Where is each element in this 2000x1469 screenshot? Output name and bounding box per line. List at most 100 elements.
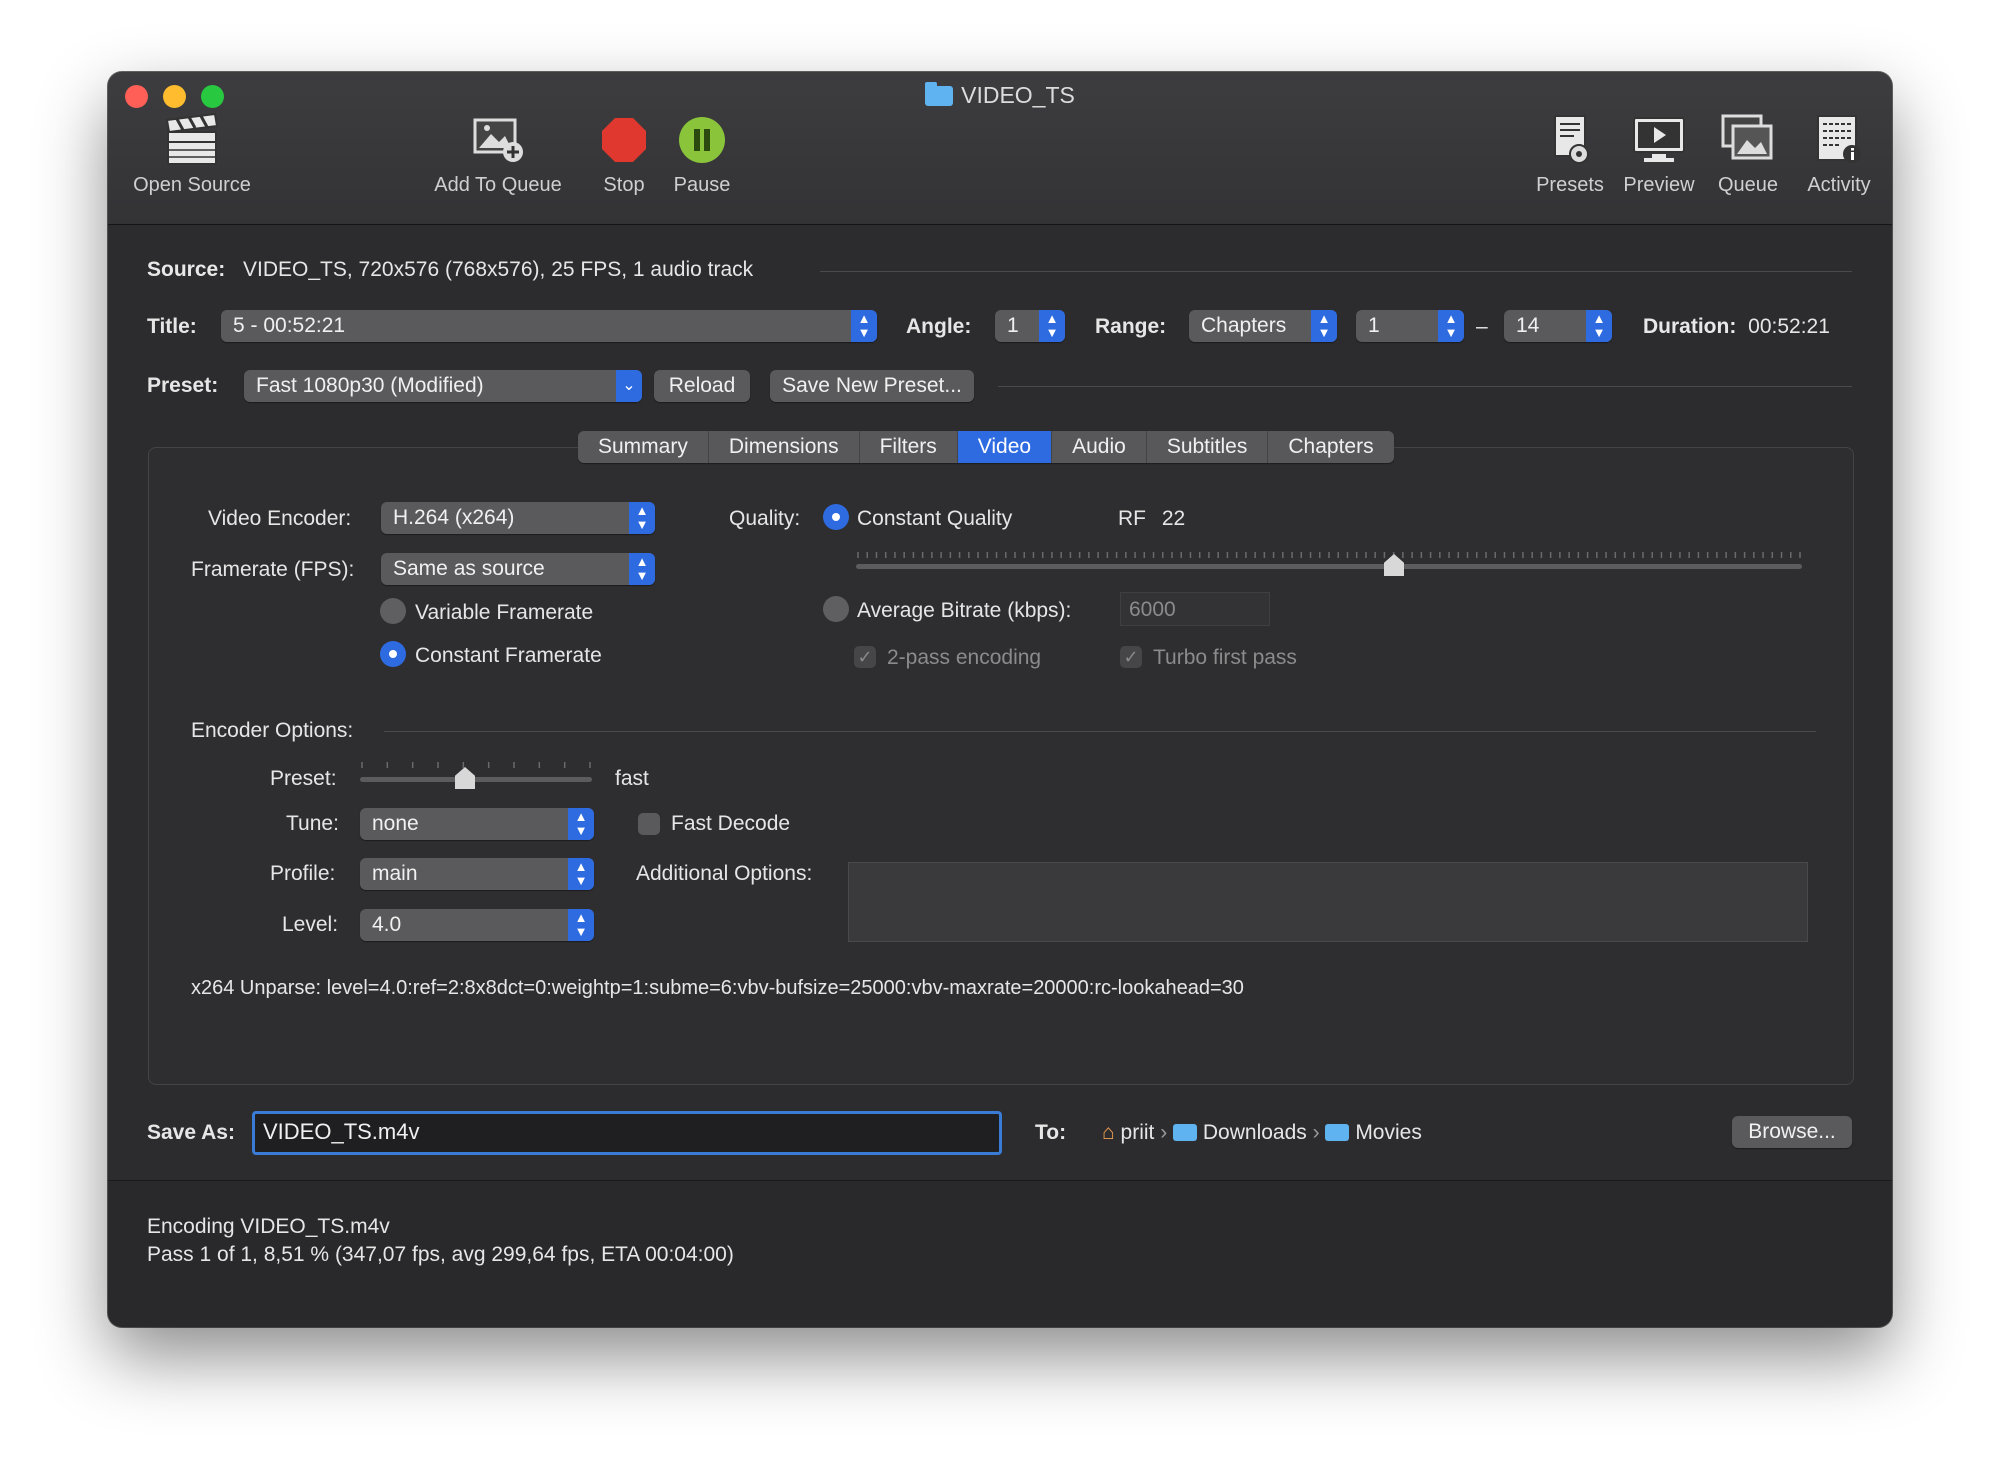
chevron-updown-icon: ▲ ▼ [568,909,594,941]
movies-folder-icon [1325,1124,1350,1141]
constant-quality-radio[interactable] [823,504,849,530]
add-to-queue-button[interactable]: Add To Queue [423,112,573,197]
tab-audio[interactable]: Audio [1052,431,1147,463]
stop-button[interactable]: Stop [584,112,664,197]
queue-icon [1721,114,1773,160]
window-title: VIDEO_TS [108,80,1892,110]
rf-readout: RF 22 [1118,507,1185,531]
turbo-first-pass-label: Turbo first pass [1153,646,1297,669]
level-label: Level: [282,913,339,936]
queue-button[interactable]: Queue [1708,112,1788,197]
chevron-updown-icon: ▲ ▼ [851,310,877,342]
open-source-button[interactable]: Open Source [122,112,262,197]
encoder-preset-label: Preset: [270,767,337,790]
pause-icon [679,117,725,163]
video-encoder-select[interactable]: H.264 (x264) ▲ ▼ [381,502,655,534]
path-home: priit [1120,1121,1155,1144]
title-label: Title: [147,315,197,338]
tab-filters[interactable]: Filters [860,431,958,463]
save-as-label: Save As: [147,1121,235,1144]
chevron-updown-icon: ▲ ▼ [568,808,594,840]
source-row: Source: VIDEO_TS, 720x576 (768x576), 25 … [147,258,753,282]
downloads-folder-icon [1173,1124,1198,1141]
angle-select[interactable]: 1 ▲ ▼ [995,310,1065,342]
add-image-icon [473,118,523,162]
duration-value: 00:52:21 [1748,315,1830,338]
preview-icon [1633,117,1685,162]
chevron-updown-icon: ▲ ▼ [629,553,655,585]
tune-select[interactable]: none ▲ ▼ [360,808,594,840]
encoder-options-label: Encoder Options: [191,719,354,742]
tab-summary[interactable]: Summary [578,431,709,463]
preset-divider [998,386,1852,387]
variable-framerate-radio[interactable] [380,598,406,624]
home-icon: ⌂ [1102,1121,1115,1144]
constant-framerate-label: Constant Framerate [415,644,602,667]
range-start-select[interactable]: 1 ▲ ▼ [1356,310,1464,342]
tab-video[interactable]: Video [957,431,1053,463]
quality-slider-track[interactable] [856,564,1802,569]
encoder-preset-ticks [361,762,591,768]
folder-icon [925,82,954,106]
tab-bar: Summary Dimensions Filters Video Audio S… [578,431,1394,463]
rf-label: RF [1118,507,1146,530]
encoder-preset-slider-track[interactable] [360,777,592,782]
browse-button[interactable]: Browse... [1732,1116,1852,1148]
tab-dimensions[interactable]: Dimensions [709,431,860,463]
status-line-1: Encoding VIDEO_TS.m4v [147,1215,390,1238]
reload-button[interactable]: Reload [654,370,750,402]
video-encoder-label: Video Encoder: [208,507,352,530]
status-line-2: Pass 1 of 1, 8,51 % (347,07 fps, avg 299… [147,1243,734,1266]
preview-button[interactable]: Preview [1614,112,1704,197]
preset-select[interactable]: Fast 1080p30 (Modified) ⌄ [244,370,642,402]
x264-unparse-text: x264 Unparse: level=4.0:ref=2:8x8dct=0:w… [191,977,1244,999]
range-mode-select[interactable]: Chapters ▲ ▼ [1189,310,1337,342]
turbo-first-pass-checkbox[interactable]: ✓ [1120,646,1142,668]
rf-value: 22 [1161,507,1186,530]
additional-options-textarea[interactable] [848,862,1808,942]
activity-button[interactable]: Activity [1794,112,1884,197]
activity-log-icon [1817,115,1861,163]
presets-button[interactable]: Presets [1525,112,1615,197]
two-pass-checkbox[interactable]: ✓ [854,646,876,668]
framerate-label: Framerate (FPS): [191,558,355,581]
toolbar: VIDEO_TS Open Source Add To Queue Stop P… [108,72,1892,225]
destination-path[interactable]: ⌂ priit › Downloads › Movies [1102,1121,1422,1145]
chevron-updown-icon: ▲ ▼ [568,858,594,890]
stop-icon [602,118,646,162]
tab-chapters[interactable]: Chapters [1268,431,1393,463]
bitrate-input[interactable]: 6000 [1120,592,1270,626]
source-label: Source: [147,258,226,281]
path-chevron-icon: › [1312,1121,1326,1144]
constant-framerate-radio[interactable] [380,641,406,667]
tab-subtitles[interactable]: Subtitles [1147,431,1269,463]
title-select[interactable]: 5 - 00:52:21 ▲ ▼ [221,310,877,342]
pause-button[interactable]: Pause [662,112,742,197]
additional-options-label: Additional Options: [636,862,813,885]
encoder-preset-value: fast [615,767,649,790]
save-new-preset-button[interactable]: Save New Preset... [770,370,974,402]
preset-label: Preset: [147,374,219,397]
profile-select[interactable]: main ▲ ▼ [360,858,594,890]
framerate-select[interactable]: Same as source ▲ ▼ [381,553,655,585]
chevron-updown-icon: ▲ ▼ [1039,310,1065,342]
chevron-updown-icon: ▲ ▼ [1438,310,1464,342]
chevron-updown-icon: ▲ ▼ [1311,310,1337,342]
fast-decode-checkbox[interactable] [638,813,660,835]
presets-icon [1554,115,1589,164]
status-area: Encoding VIDEO_TS.m4v Pass 1 of 1, 8,51 … [108,1180,1892,1327]
range-separator: – [1476,315,1488,338]
variable-framerate-label: Variable Framerate [415,601,594,624]
duration-label: Duration: [1643,315,1737,338]
duration: Duration: 00:52:21 [1643,315,1830,339]
average-bitrate-radio[interactable] [823,596,849,622]
range-end-select[interactable]: 14 ▲ ▼ [1504,310,1612,342]
tune-label: Tune: [286,812,339,835]
level-select[interactable]: 4.0 ▲ ▼ [360,909,594,941]
average-bitrate-label: Average Bitrate (kbps): [857,599,1072,622]
clapperboard-icon [165,112,219,165]
handbrake-window: VIDEO_TS Open Source Add To Queue Stop P… [108,72,1892,1327]
save-as-input[interactable]: VIDEO_TS.m4v [252,1111,1002,1155]
destination-label: To: [1035,1121,1067,1144]
two-pass-label: 2-pass encoding [887,646,1042,669]
